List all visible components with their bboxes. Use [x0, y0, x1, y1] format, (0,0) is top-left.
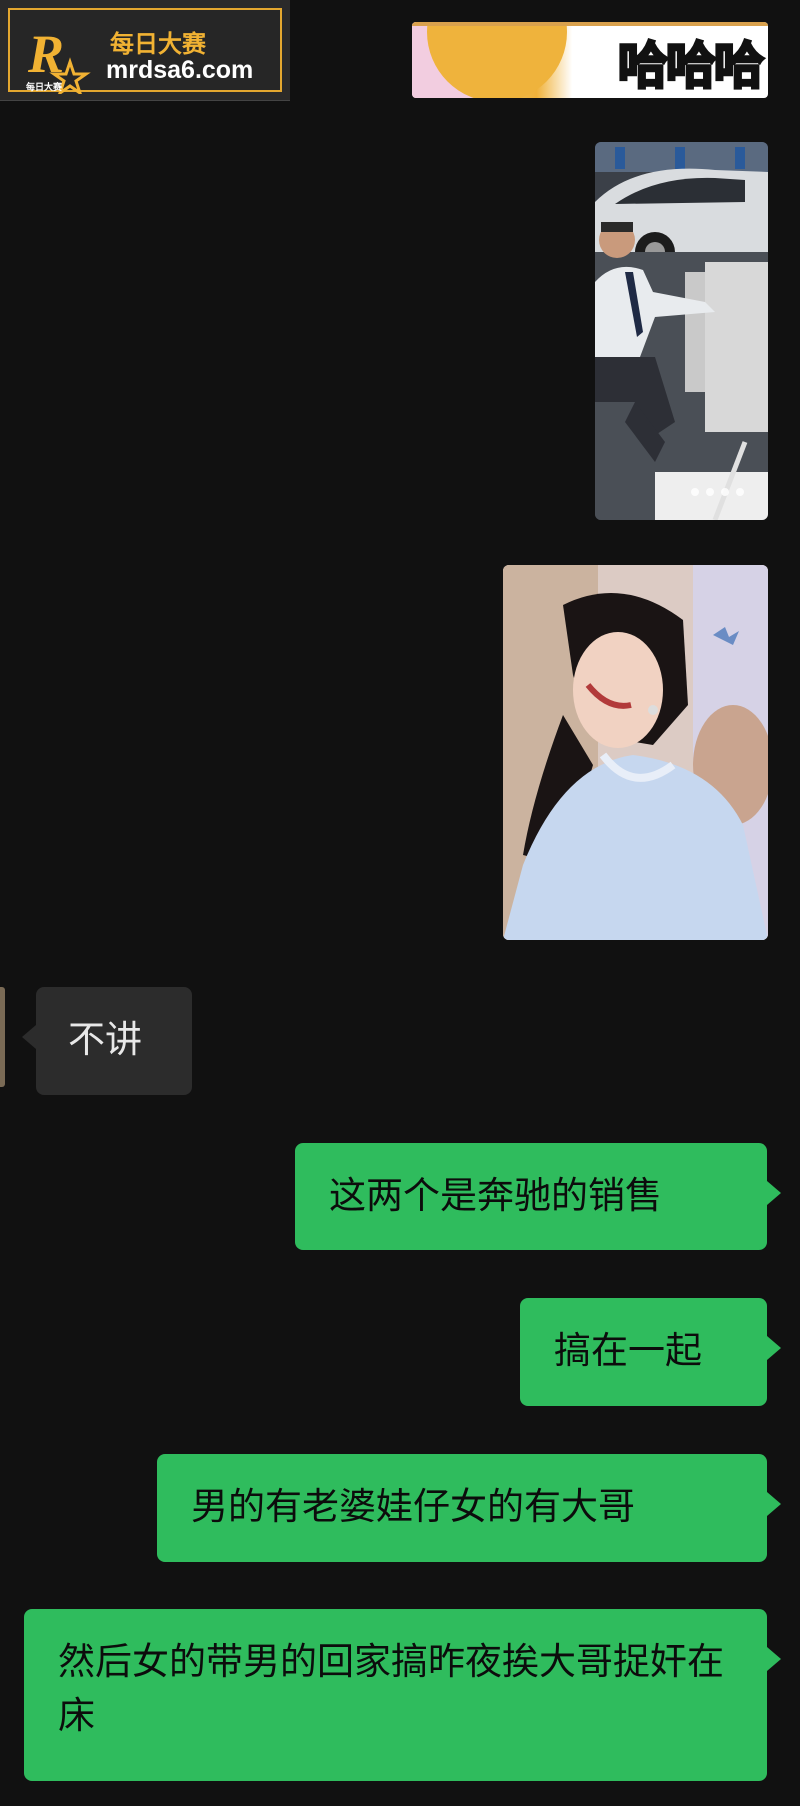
photo-woman-smiling-icon: [503, 565, 768, 940]
photo-man-car-showroom-icon: [595, 142, 768, 520]
sticker-image[interactable]: 哈哈哈: [412, 22, 768, 98]
watermark-frame: R 每日大赛 每日大赛 mrdsa6.com: [8, 8, 282, 94]
message-bubble-outgoing[interactable]: 搞在一起: [520, 1298, 781, 1406]
message-bubble-outgoing[interactable]: 这两个是奔驰的销售: [295, 1143, 781, 1250]
message-bubble-outgoing[interactable]: 然后女的带男的回家搞昨夜挨大哥捉奸在床: [24, 1609, 781, 1781]
watermark-title: 每日大赛: [110, 30, 206, 58]
watermark-banner: R 每日大赛 每日大赛 mrdsa6.com: [0, 0, 290, 101]
message-bubble-outgoing[interactable]: 男的有老婆娃仔女的有大哥: [157, 1454, 781, 1562]
sticker-text: 哈哈哈: [617, 36, 766, 97]
photo-message-car[interactable]: [595, 142, 768, 520]
r-star-logo-icon: R 每日大赛: [26, 24, 91, 94]
watermark-url: mrdsa6.com: [106, 56, 254, 84]
photo-message-woman[interactable]: [503, 565, 768, 940]
logo-subtext: 每日大赛: [26, 81, 63, 93]
avatar[interactable]: [0, 987, 5, 1087]
message-bubble-incoming[interactable]: 不讲: [22, 987, 192, 1095]
